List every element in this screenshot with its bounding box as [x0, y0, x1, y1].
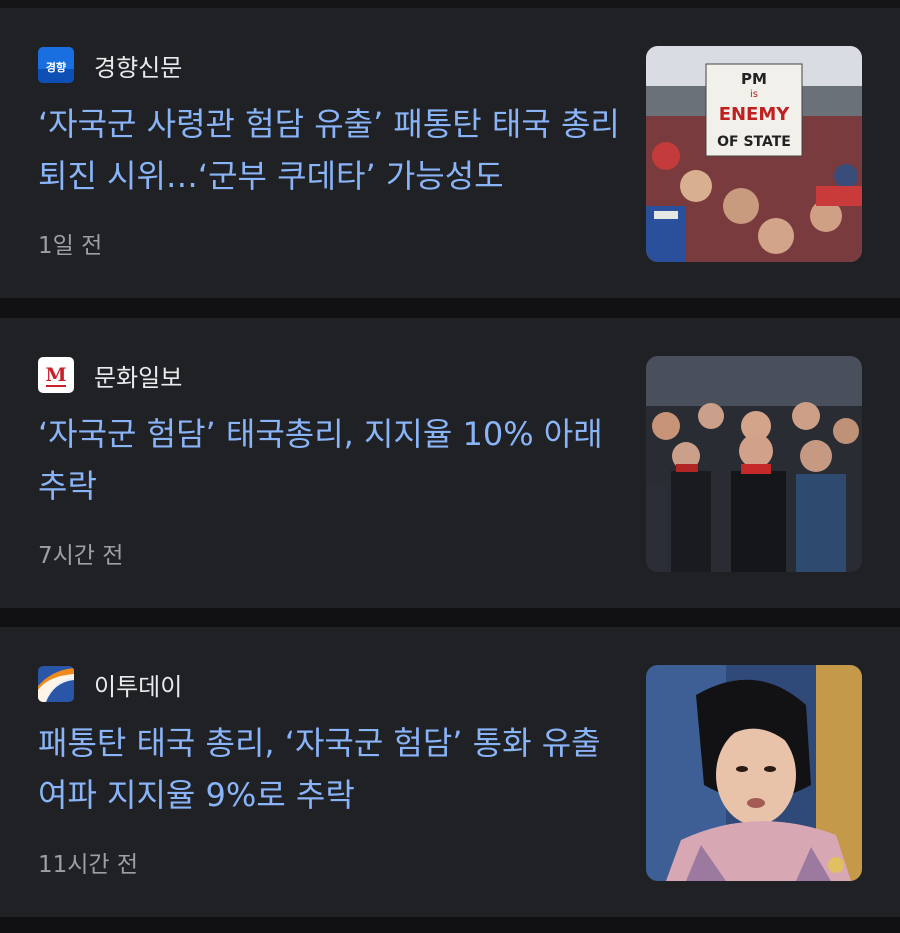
news-thumbnail[interactable] — [646, 665, 862, 881]
news-source-1: 경향 경향신문 — [38, 46, 182, 84]
news-card-1[interactable]: 경향 경향신문 ‘자국군 사령관 험담 유출’ 패통탄 태국 총리 퇴진 시위…… — [0, 8, 900, 298]
kyunghyang-logo-icon: 경향 — [38, 47, 74, 83]
source-name: 경향신문 — [94, 53, 183, 82]
headline[interactable]: ‘자국군 사령관 험담 유출’ 패통탄 태국 총리 퇴진 시위…‘군부 쿠데타’… — [38, 98, 623, 202]
news-thumbnail[interactable]: PM is ENEMY OF STATE — [646, 46, 862, 262]
etoday-logo-icon — [38, 666, 74, 702]
sign-line-3: ENEMY — [719, 104, 791, 125]
sign-line-2: is — [750, 89, 758, 100]
news-card-3[interactable]: 이투데이 패통탄 태국 총리, ‘자국군 험담’ 통화 유출 여파 지지율 9%… — [0, 627, 900, 917]
news-card-2[interactable]: M 문화일보 ‘자국군 험담’ 태국총리, 지지율 10% 아래 추락 7시간 … — [0, 318, 900, 608]
source-name: 문화일보 — [94, 363, 183, 392]
headline[interactable]: 패통탄 태국 총리, ‘자국군 험담’ 통화 유출 여파 지지율 9%로 추락 — [38, 717, 623, 821]
timestamp: 11시간 전 — [38, 852, 139, 878]
news-source-2: M 문화일보 — [38, 356, 182, 394]
source-name: 이투데이 — [94, 672, 183, 701]
top-divider — [0, 0, 900, 8]
sign-line-4: OF STATE — [717, 134, 791, 150]
timestamp: 7시간 전 — [38, 543, 124, 569]
news-source-3: 이투데이 — [38, 665, 182, 703]
logo-wordmark: M — [45, 364, 66, 386]
news-thumbnail[interactable] — [646, 356, 862, 572]
munhwa-logo-icon: M — [38, 357, 74, 393]
logo-wordmark: 경향 — [46, 60, 66, 74]
timestamp: 1일 전 — [38, 233, 103, 259]
headline[interactable]: ‘자국군 험담’ 태국총리, 지지율 10% 아래 추락 — [38, 408, 623, 512]
sign-line-1: PM — [741, 70, 767, 88]
